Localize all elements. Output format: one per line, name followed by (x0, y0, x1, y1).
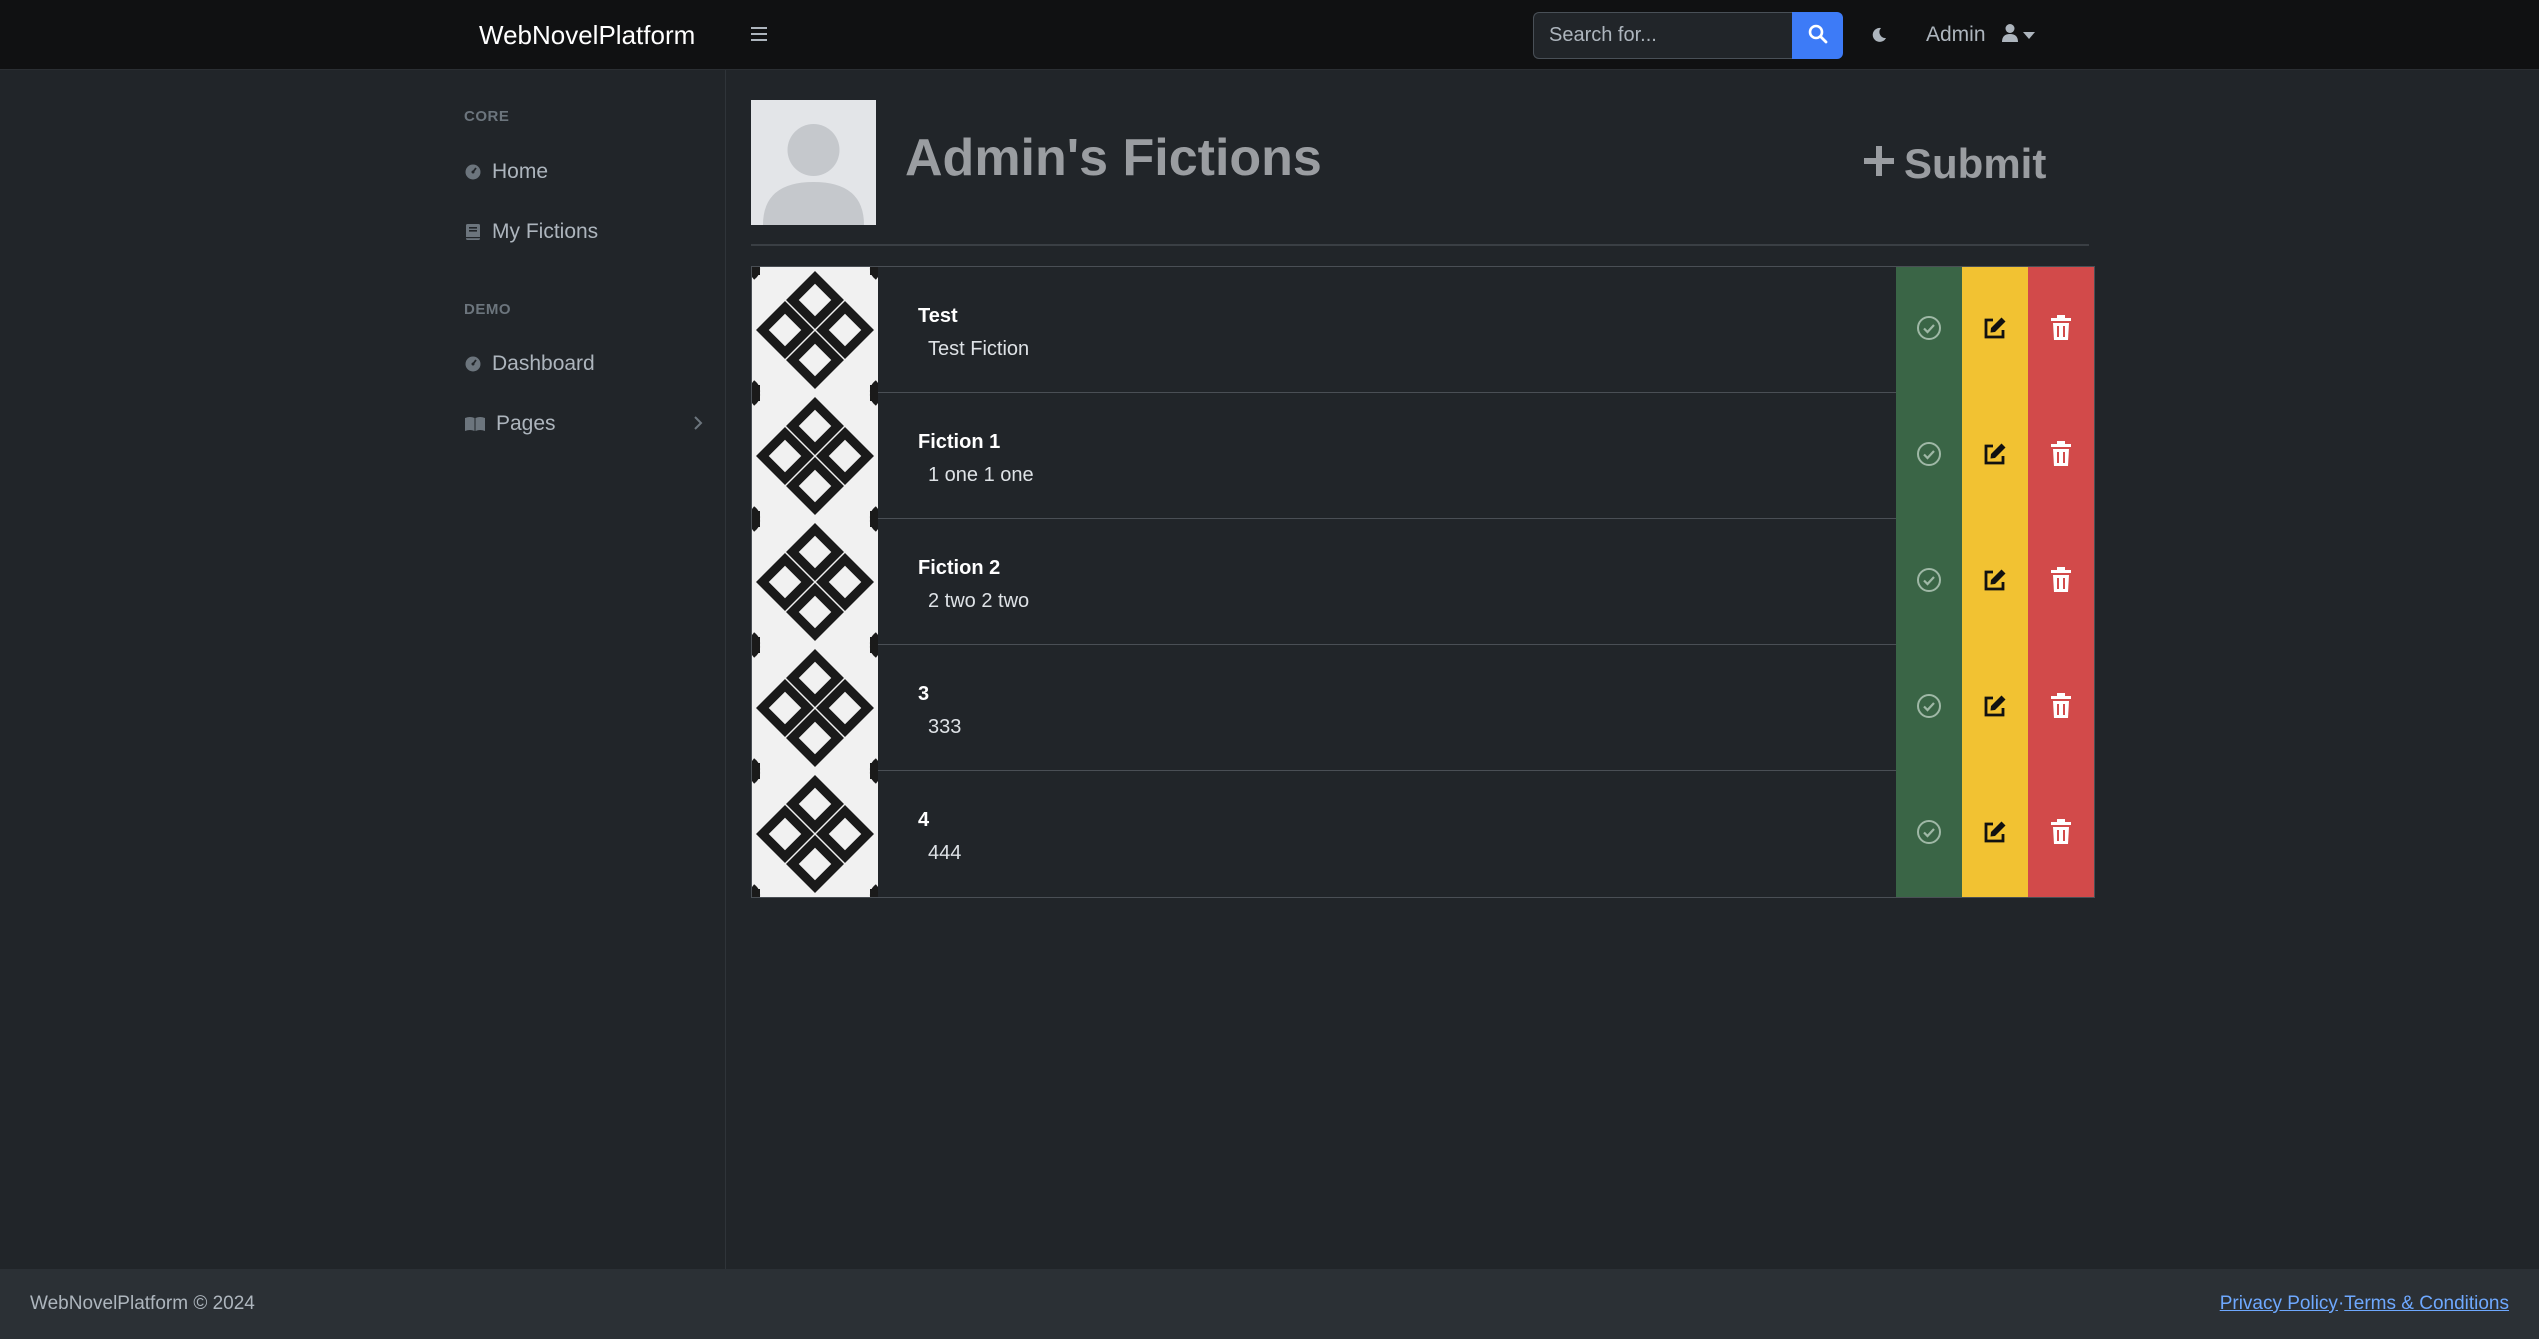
fiction-info[interactable]: Test Test Fiction (878, 267, 1896, 392)
privacy-policy-link[interactable]: Privacy Policy (2220, 1293, 2338, 1315)
book-open-icon (464, 415, 486, 433)
fiction-description: Test Fiction (928, 338, 1030, 360)
terms-link[interactable]: Terms & Conditions (2344, 1293, 2509, 1315)
fiction-list: Test Test Fiction Fiction 1 1 one 1 one … (751, 266, 2095, 898)
delete-button[interactable] (2028, 519, 2094, 645)
publish-button[interactable] (1896, 519, 1962, 645)
check-circle-icon (1916, 819, 1942, 850)
delete-button[interactable] (2028, 771, 2094, 897)
fiction-row: Fiction 2 2 two 2 two (752, 519, 2094, 645)
publish-button[interactable] (1896, 645, 1962, 771)
fiction-title[interactable]: 4 (918, 809, 1896, 832)
fiction-title[interactable]: Fiction 1 (918, 431, 1896, 454)
trash-icon (2050, 692, 2072, 724)
edit-icon (1982, 567, 2008, 598)
sidebar-item-label: Dashboard (492, 352, 595, 375)
fiction-cover-image[interactable] (752, 519, 878, 645)
sidebar-item-dashboard[interactable]: Dashboard (464, 344, 704, 384)
fiction-cover-image[interactable] (752, 771, 878, 897)
fiction-row: 3 333 (752, 645, 2094, 771)
profile-avatar (751, 100, 876, 225)
user-icon (2001, 23, 2019, 48)
edit-button[interactable] (1962, 519, 2028, 645)
sidebar-toggle-icon[interactable] (746, 20, 772, 48)
publish-button[interactable] (1896, 267, 1962, 393)
edit-icon (1982, 441, 2008, 472)
search-button[interactable] (1792, 12, 1843, 59)
delete-button[interactable] (2028, 393, 2094, 519)
sidebar-heading-demo: DEMO (464, 301, 511, 318)
fiction-row: 4 444 (752, 771, 2094, 897)
edit-button[interactable] (1962, 393, 2028, 519)
publish-button[interactable] (1896, 393, 1962, 519)
check-circle-icon (1916, 693, 1942, 724)
search-form (1533, 12, 1843, 59)
fiction-info[interactable]: 3 333 (878, 645, 1896, 770)
theme-toggle-moon-icon[interactable] (1866, 22, 1892, 48)
chevron-down-icon (2023, 31, 2035, 39)
footer-links: Privacy Policy · Terms & Conditions (2220, 1293, 2509, 1315)
user-dropdown[interactable] (2001, 20, 2041, 50)
edit-button[interactable] (1962, 645, 2028, 771)
fiction-description: 2 two 2 two (928, 590, 1030, 612)
search-icon (1808, 24, 1828, 47)
page-title: Admin's Fictions (905, 129, 1322, 187)
search-input[interactable] (1533, 12, 1792, 59)
fiction-cover-image[interactable] (752, 267, 878, 393)
sidebar-heading-core: CORE (464, 108, 510, 125)
fiction-row: Test Test Fiction (752, 267, 2094, 393)
sidebar-item-label: Home (492, 160, 549, 183)
sidebar-item-label: Pages (496, 412, 556, 435)
plus-icon (1862, 140, 1896, 188)
edit-icon (1982, 693, 2008, 724)
edit-button[interactable] (1962, 267, 2028, 393)
fiction-title[interactable]: Test (918, 305, 1896, 328)
footer-copyright: WebNovelPlatform © 2024 (30, 1293, 255, 1314)
publish-button[interactable] (1896, 771, 1962, 897)
fiction-cover-image[interactable] (752, 645, 878, 771)
sidebar-item-label: My Fictions (492, 220, 599, 243)
edit-icon (1982, 315, 2008, 346)
footer: WebNovelPlatform © 2024 Privacy Policy ·… (0, 1269, 2539, 1339)
delete-button[interactable] (2028, 267, 2094, 393)
sidebar: CORE Home My Fictions DEMO Dashboard Pag… (0, 70, 726, 1269)
edit-icon (1982, 819, 2008, 850)
fiction-cover-image[interactable] (752, 393, 878, 519)
gauge-icon (464, 163, 482, 181)
trash-icon (2050, 440, 2072, 472)
fiction-row: Fiction 1 1 one 1 one (752, 393, 2094, 519)
trash-icon (2050, 566, 2072, 598)
sidebar-item-my-fictions[interactable]: My Fictions (464, 212, 704, 252)
gauge-icon (464, 355, 482, 373)
fiction-title[interactable]: 3 (918, 683, 1896, 706)
user-name: Admin (1926, 23, 1986, 46)
top-navbar: WebNovelPlatform Admin (0, 0, 2539, 70)
book-icon (464, 223, 482, 241)
fiction-description: 444 (928, 842, 962, 864)
fiction-info[interactable]: 4 444 (878, 771, 1896, 897)
sidebar-item-home[interactable]: Home (464, 152, 704, 192)
delete-button[interactable] (2028, 645, 2094, 771)
trash-icon (2050, 314, 2072, 346)
fiction-info[interactable]: Fiction 1 1 one 1 one (878, 393, 1896, 518)
fiction-description: 1 one 1 one (928, 464, 1034, 486)
fiction-description: 333 (928, 716, 962, 738)
brand-link[interactable]: WebNovelPlatform (479, 20, 695, 51)
sidebar-item-pages[interactable]: Pages (464, 404, 704, 444)
divider (751, 244, 2089, 246)
fiction-info[interactable]: Fiction 2 2 two 2 two (878, 519, 1896, 644)
check-circle-icon (1916, 315, 1942, 346)
submit-button[interactable]: Submit (1862, 136, 2046, 192)
edit-button[interactable] (1962, 771, 2028, 897)
trash-icon (2050, 818, 2072, 850)
check-circle-icon (1916, 441, 1942, 472)
submit-label: Submit (1904, 140, 2047, 187)
check-circle-icon (1916, 567, 1942, 598)
fiction-title[interactable]: Fiction 2 (918, 557, 1896, 580)
chevron-right-icon (692, 414, 704, 438)
